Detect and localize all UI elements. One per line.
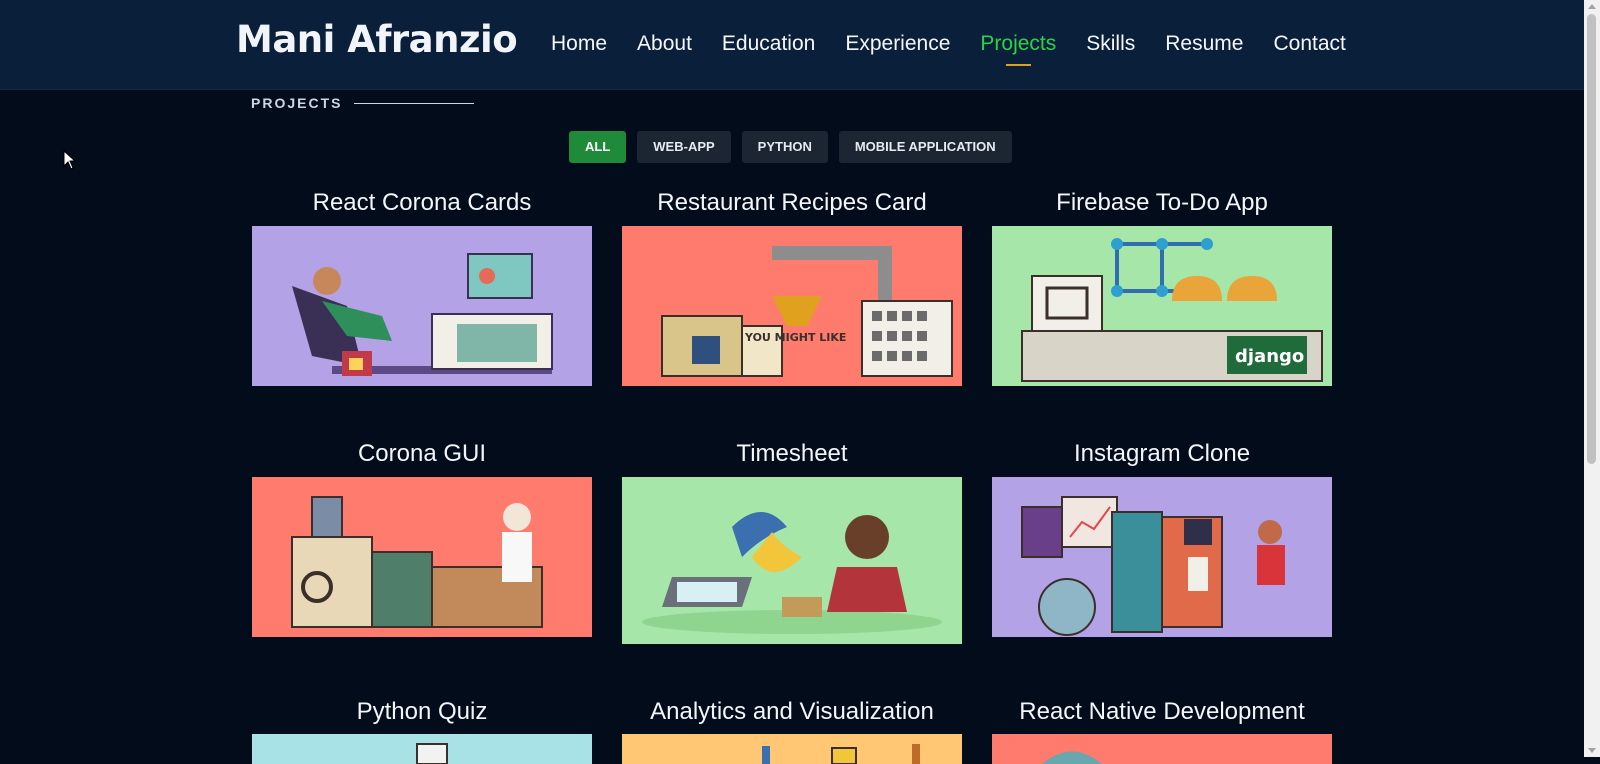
scroll-up-arrow-icon[interactable]	[1588, 4, 1596, 9]
nav-about[interactable]: About	[637, 32, 692, 56]
project-thumbnail[interactable]	[992, 734, 1332, 764]
project-title[interactable]: Restaurant Recipes Card	[622, 188, 962, 218]
project-title[interactable]: Instagram Clone	[992, 439, 1332, 469]
section-heading: PROJECTS	[251, 95, 475, 111]
top-navbar: Mani Afranzio Home About Education Exper…	[0, 0, 1584, 90]
project-title[interactable]: React Native Development	[992, 697, 1332, 727]
illustration-analytics	[762, 744, 920, 764]
project-card[interactable]: Python Quiz	[252, 697, 592, 764]
project-card[interactable]: Firebase To-Do App django	[992, 188, 1332, 386]
project-thumbnail[interactable]	[252, 477, 592, 637]
you-might-like-text: YOU MIGHT LIKE	[744, 331, 846, 344]
project-title[interactable]: Firebase To-Do App	[992, 188, 1332, 218]
illustration-recipe-machine: YOU MIGHT LIKE	[661, 246, 953, 377]
project-thumbnail[interactable]: YOU MIGHT LIKE	[622, 226, 962, 386]
project-thumbnail[interactable]	[622, 477, 962, 644]
project-card[interactable]: Timesheet	[622, 439, 962, 644]
project-thumbnail[interactable]	[992, 477, 1332, 637]
project-card[interactable]: React Native Development	[992, 697, 1332, 764]
project-title[interactable]: React Corona Cards	[252, 188, 592, 218]
project-thumbnail[interactable]: django	[992, 226, 1332, 386]
scroll-thumb[interactable]	[1587, 14, 1596, 464]
filter-all-button[interactable]: ALL	[569, 131, 627, 163]
main-nav: Home About Education Experience Projects…	[551, 32, 1346, 66]
project-thumbnail[interactable]	[252, 226, 592, 386]
project-title[interactable]: Python Quiz	[252, 697, 592, 727]
filter-webapp-button[interactable]: WEB-APP	[637, 131, 731, 163]
project-title[interactable]: Corona GUI	[252, 439, 592, 469]
mouse-cursor-icon	[63, 150, 77, 170]
illustration-django-machine: django	[1021, 238, 1323, 382]
project-card[interactable]: Analytics and Visualization	[622, 697, 962, 764]
nav-education[interactable]: Education	[722, 32, 815, 56]
section-heading-text: PROJECTS	[251, 95, 343, 111]
project-thumbnail[interactable]	[252, 734, 592, 764]
illustration-developer-relaxing	[292, 253, 553, 376]
nav-contact[interactable]: Contact	[1273, 32, 1345, 56]
project-title[interactable]: Timesheet	[622, 439, 962, 469]
nav-skills[interactable]: Skills	[1086, 32, 1135, 56]
site-logo[interactable]: Mani Afranzio	[236, 18, 518, 61]
nav-projects[interactable]: Projects	[980, 32, 1056, 66]
filter-mobile-button[interactable]: MOBILE APPLICATION	[838, 131, 1012, 163]
project-card[interactable]: Instagram Clone	[992, 439, 1332, 637]
filter-bar: ALL WEB-APP PYTHON MOBILE APPLICATION	[569, 131, 1012, 163]
illustration-react-native	[1042, 751, 1102, 764]
project-thumbnail[interactable]	[622, 734, 962, 764]
project-card[interactable]: React Corona Cards	[252, 188, 592, 386]
django-logo-text: django	[1235, 346, 1304, 367]
project-title[interactable]: Analytics and Visualization	[622, 697, 962, 727]
nav-home[interactable]: Home	[551, 32, 607, 56]
project-card[interactable]: Corona GUI	[252, 439, 592, 637]
illustration-data-machine	[1021, 496, 1285, 636]
nav-experience[interactable]: Experience	[845, 32, 950, 56]
illustration-gui-machine	[291, 496, 543, 628]
vertical-scrollbar[interactable]	[1584, 0, 1600, 757]
filter-python-button[interactable]: PYTHON	[741, 131, 828, 163]
illustration-python-kid	[642, 512, 942, 634]
heading-divider	[354, 102, 475, 104]
illustration-quiz	[416, 743, 448, 764]
scroll-down-arrow-icon[interactable]	[1588, 748, 1596, 753]
project-card[interactable]: Restaurant Recipes Card YOU MIGHT LIKE	[622, 188, 962, 386]
nav-resume[interactable]: Resume	[1165, 32, 1243, 56]
